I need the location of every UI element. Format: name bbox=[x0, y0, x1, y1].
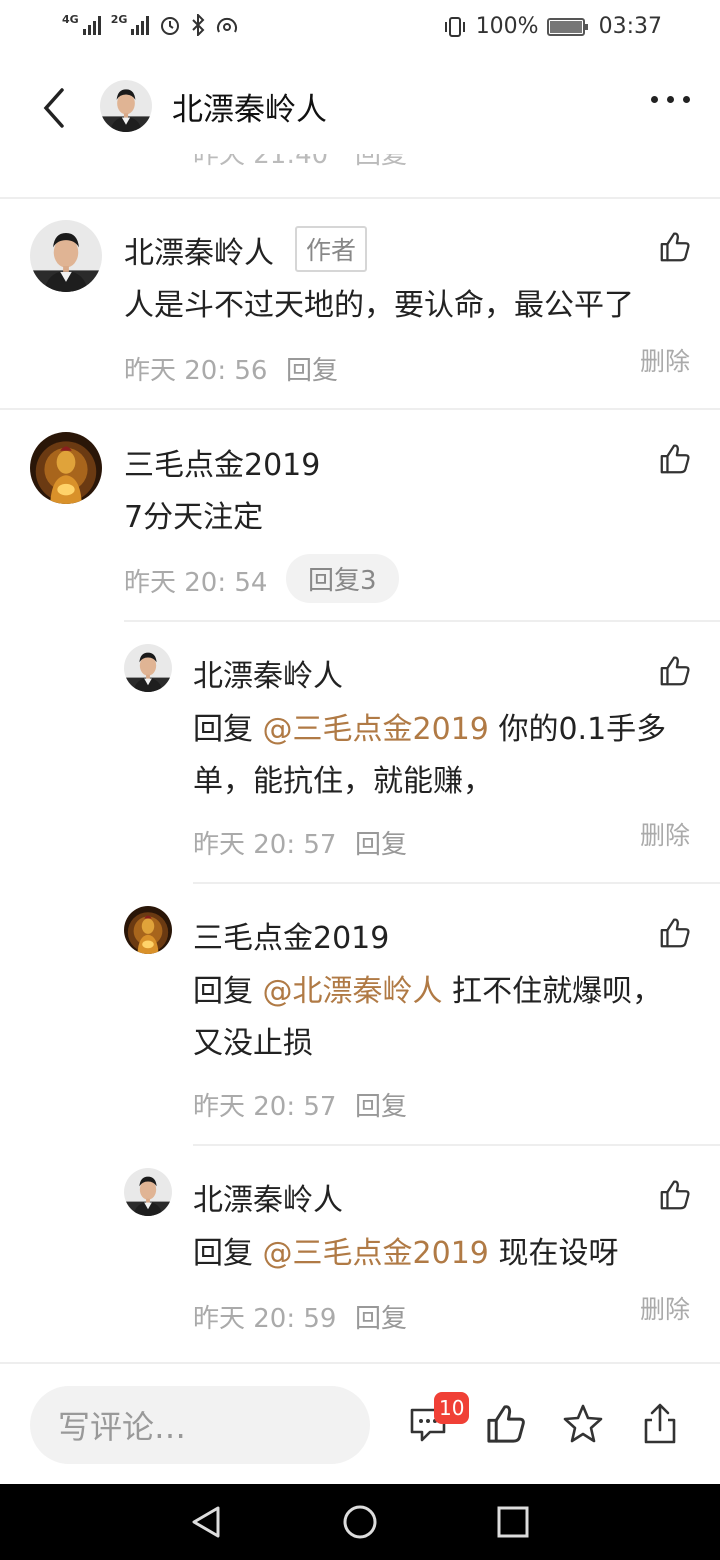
comment-time: 昨天 20: 56 bbox=[124, 356, 268, 386]
nav-recents-icon[interactable] bbox=[496, 1505, 530, 1539]
reply-text-line1: 你的0.1手多 bbox=[488, 712, 667, 747]
signal2-label: 2G bbox=[110, 13, 128, 26]
delete-button[interactable]: 删除 bbox=[640, 816, 690, 852]
battery-icon bbox=[546, 17, 588, 36]
avatar[interactable] bbox=[124, 1168, 172, 1216]
reply-prefix: 回复 bbox=[193, 1236, 263, 1271]
status-bar: 4G 2G 100% 03:37 bbox=[0, 0, 720, 58]
divider bbox=[193, 882, 720, 884]
star-icon[interactable] bbox=[561, 1402, 605, 1446]
replies-toggle-button[interactable]: 回复3 bbox=[286, 554, 399, 603]
alarm-icon bbox=[161, 17, 180, 35]
reply-text-line2: 单，能抗住，就能赚， bbox=[193, 764, 493, 799]
reply-time: 昨天 20: 57 bbox=[193, 1092, 337, 1122]
thumbs-up-icon[interactable] bbox=[658, 442, 692, 476]
reply-button[interactable]: 回复 bbox=[355, 824, 407, 861]
divider bbox=[193, 1144, 720, 1146]
reply-button[interactable]: 回复 bbox=[355, 1298, 407, 1335]
divider bbox=[0, 408, 720, 410]
reply-text-line2: 又没止损 bbox=[193, 1026, 313, 1061]
mention-link[interactable]: @三毛点金2019 bbox=[263, 712, 489, 747]
thumbs-up-icon[interactable] bbox=[658, 916, 692, 950]
nfc-icon bbox=[217, 17, 238, 33]
reply-button[interactable]: 回复 bbox=[355, 1086, 407, 1123]
bluetooth-icon bbox=[192, 14, 205, 36]
reply-prefix: 回复 bbox=[193, 712, 263, 747]
thumbs-up-icon[interactable] bbox=[658, 654, 692, 688]
nav-back-icon[interactable] bbox=[188, 1504, 224, 1540]
reply-time: 昨天 20: 57 bbox=[193, 830, 337, 860]
comment-input[interactable]: 写评论… bbox=[30, 1386, 370, 1464]
mention-link[interactable]: @三毛点金2019 bbox=[263, 1236, 489, 1271]
delete-button[interactable]: 删除 bbox=[640, 1290, 690, 1326]
thumbs-up-icon[interactable] bbox=[658, 230, 692, 264]
signal1-label: 4G bbox=[62, 13, 79, 26]
vibrate-icon bbox=[444, 16, 465, 37]
reply-text: 回复 @北漂秦岭人 扛不住就爆呗， 又没止损 bbox=[193, 966, 693, 1070]
thumbs-up-icon[interactable] bbox=[484, 1402, 528, 1446]
comment-count-badge: 10 bbox=[434, 1392, 470, 1424]
page-title: 北漂秦岭人 bbox=[172, 92, 327, 128]
battery-percent: 100% bbox=[475, 14, 539, 39]
signal-2g-icon: 2G bbox=[110, 13, 150, 35]
reply-time: 昨天 20: 59 bbox=[193, 1304, 337, 1334]
avatar[interactable] bbox=[30, 220, 102, 292]
reply-button[interactable]: 回复 bbox=[286, 350, 338, 387]
avatar[interactable] bbox=[124, 644, 172, 692]
comment-text: 7分天注定 bbox=[124, 500, 264, 535]
author-badge: 作者 bbox=[295, 226, 368, 272]
chevron-left-icon[interactable] bbox=[40, 88, 70, 128]
comment-text: 人是斗不过天地的，要认命，最公平了 bbox=[124, 288, 634, 323]
thumbs-up-icon[interactable] bbox=[658, 1178, 692, 1212]
avatar[interactable] bbox=[124, 906, 172, 954]
mention-link[interactable]: @北漂秦岭人 bbox=[263, 974, 443, 1009]
reply-author[interactable]: 北漂秦岭人 bbox=[193, 1175, 343, 1219]
reply-prefix: 回复 bbox=[193, 974, 263, 1009]
bottom-action-bar: 写评论… 10 bbox=[0, 1362, 720, 1484]
share-icon[interactable] bbox=[638, 1402, 682, 1446]
signal-4g-icon: 4G bbox=[62, 13, 101, 35]
divider bbox=[0, 197, 720, 199]
top-nav: 北漂秦岭人 bbox=[0, 58, 720, 154]
clock: 03:37 bbox=[598, 14, 662, 39]
delete-button[interactable]: 删除 bbox=[640, 342, 690, 378]
reply-text-line1: 现在设呀 bbox=[488, 1236, 619, 1271]
reply-text: 回复 @三毛点金2019 你的0.1手多 单，能抗住，就能赚， bbox=[193, 704, 693, 808]
avatar[interactable] bbox=[30, 432, 102, 504]
nav-home-icon[interactable] bbox=[341, 1503, 379, 1541]
reply-text-line1: 扛不住就爆呗， bbox=[442, 974, 663, 1009]
system-nav-bar bbox=[0, 1484, 720, 1560]
divider bbox=[124, 620, 720, 622]
reply-author[interactable]: 北漂秦岭人 bbox=[193, 651, 343, 695]
comment-author[interactable]: 三毛点金2019 bbox=[124, 440, 320, 484]
reply-text: 回复 @三毛点金2019 现在设呀 bbox=[193, 1228, 693, 1280]
more-horizontal-icon[interactable] bbox=[651, 96, 690, 103]
comment-author[interactable]: 北漂秦岭人 bbox=[124, 228, 274, 272]
reply-author[interactable]: 三毛点金2019 bbox=[193, 913, 389, 957]
author-avatar[interactable] bbox=[100, 80, 152, 132]
comment-time: 昨天 20: 54 bbox=[124, 568, 268, 598]
